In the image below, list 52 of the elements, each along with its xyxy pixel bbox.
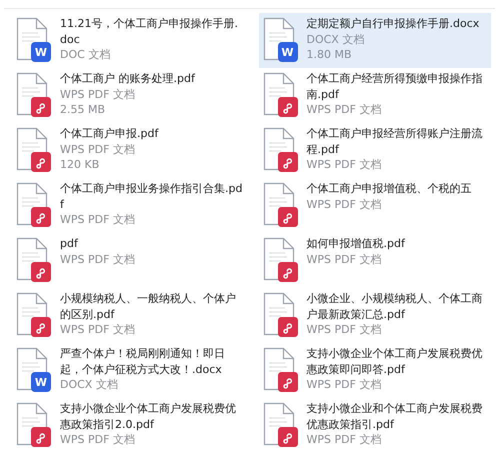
file-type: WPS PDF 文档 [306, 377, 382, 392]
file-size: 2.55 MB [60, 102, 106, 118]
file-type: WPS PDF 文档 [306, 432, 382, 448]
file-type: WPS PDF 文档 [306, 322, 382, 338]
file-name: 个体工商户经营所得预缴申报操作指南.pdf [306, 71, 484, 102]
file-icon [16, 237, 50, 283]
file-icon [262, 237, 296, 283]
file-type: WPS PDF 文档 [306, 157, 382, 172]
file-name: 小微企业、小规模纳税人、个体工商户最新政策汇总.pdf [306, 291, 484, 322]
file-icon [16, 72, 50, 118]
file-type: WPS PDF 文档 [60, 142, 136, 157]
file-name: 支持小微企业个体工商户发展税费优惠政策指引2.0.pdf [60, 401, 237, 432]
file-name: pdf [60, 236, 80, 252]
file-name: 个体工商户 的账务处理.pdf [60, 71, 195, 86]
file-icon [262, 402, 296, 448]
file-item[interactable]: W 定期定额户自行申报操作手册.docx DOCX 文档 1.80 MB [258, 13, 491, 68]
file-icon [262, 292, 296, 338]
file-type: WPS PDF 文档 [60, 212, 136, 228]
file-type: WPS PDF 文档 [306, 196, 382, 212]
file-name: 个体工商户申报.pdf [60, 126, 158, 142]
file-name: 支持小微企业个体工商户发展税费优惠政策即问即答.pdf [306, 346, 484, 377]
file-icon: W [16, 17, 50, 63]
file-type: WPS PDF 文档 [60, 86, 136, 102]
file-type: DOCX 文档 [60, 377, 119, 392]
file-icon: W [16, 347, 50, 393]
file-icon [262, 72, 296, 118]
file-icon [16, 292, 50, 338]
file-name: 严查个体户！税局刚刚通知！即日起，个体户征税方式大改！.docx [60, 346, 226, 377]
file-size: 120 KB [60, 157, 100, 172]
file-name: 如何申报增值税.pdf [306, 236, 405, 252]
file-name: 个体工商户申报经营所得账户注册流程.pdf [306, 126, 484, 157]
file-type: WPS PDF 文档 [306, 102, 382, 118]
file-name: 11.21号，个体工商户申报操作手册.doc [60, 16, 239, 47]
file-icon [262, 347, 296, 393]
file-type: WPS PDF 文档 [60, 322, 136, 338]
file-type: WPS PDF 文档 [60, 252, 135, 267]
file-name: 小规模纳税人、一般纳税人、个体户的区别.pdf [60, 291, 237, 322]
file-icon [16, 127, 50, 173]
file-type: DOC 文档 [60, 47, 112, 62]
file-name: 个体工商户申报增值税、个税的五 [306, 181, 472, 196]
file-icon [16, 402, 50, 448]
file-icon: W [262, 17, 296, 63]
file-name: 定期定额户自行申报操作手册.docx [306, 16, 480, 32]
file-icon [262, 182, 296, 228]
file-icon [16, 182, 50, 228]
file-icon [262, 127, 296, 173]
file-type: WPS PDF 文档 [306, 252, 382, 267]
file-type: DOCX 文档 [306, 32, 366, 47]
file-name: 支持小微企业和个体工商户发展税费优惠政策指引.pdf [306, 401, 484, 432]
file-size: 1.80 MB [306, 47, 353, 62]
file-type: WPS PDF 文档 [60, 432, 136, 448]
file-name: 个体工商户申报业务操作指引合集.pdf [60, 181, 244, 212]
